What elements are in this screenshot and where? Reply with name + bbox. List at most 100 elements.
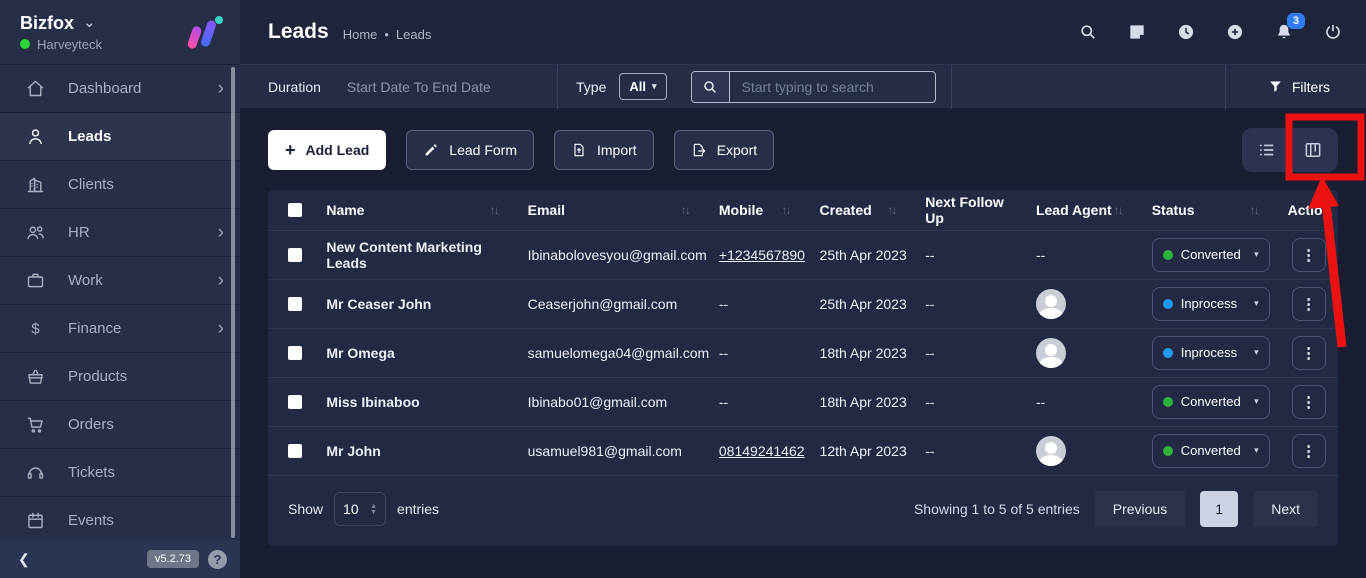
lead-email: samuelomega04@gmail.com [520,328,711,377]
sidebar-item-dashboard[interactable]: Dashboard› [0,65,240,113]
collapse-sidebar-button[interactable]: ❮ [18,551,30,568]
search-icon[interactable] [1077,21,1099,43]
column-header-action: Action [1280,190,1338,230]
column-header-mobile[interactable]: Mobile↑↓ [711,190,812,230]
sidebar-item-tickets[interactable]: Tickets [0,449,240,497]
previous-page-button[interactable]: Previous [1095,491,1185,527]
column-header-email[interactable]: Email↑↓ [520,190,711,230]
row-actions-button[interactable]: ⋮ [1292,336,1326,370]
column-header-name[interactable]: Name↑↓ [318,190,519,230]
lead-name: Mr John [318,426,519,475]
search-input[interactable] [730,72,935,102]
import-button[interactable]: Import [554,130,654,170]
workspace-name: Harveyteck [37,37,102,52]
lead-mobile: -- [711,279,812,328]
search-box [691,71,936,103]
breadcrumb-home[interactable]: Home [343,27,378,42]
status-dropdown[interactable]: Converted▾ [1152,385,1270,419]
duration-filter[interactable]: Duration Start Date To End Date [240,79,557,95]
note-icon[interactable] [1126,21,1148,43]
sort-icon[interactable]: ↑↓ [887,203,895,217]
page-1-button[interactable]: 1 [1200,491,1238,527]
status-dropdown[interactable]: Converted▾ [1152,434,1270,468]
duration-value[interactable]: Start Date To End Date [347,79,491,95]
lead-next-follow-up: -- [917,426,1028,475]
content: + Add Lead Lead Form Import Export [240,108,1366,578]
divider [951,65,952,109]
row-checkbox[interactable] [288,248,302,262]
sort-icon[interactable]: ↑↓ [1114,203,1122,217]
status-dot [1163,299,1173,309]
sort-icon[interactable]: ↑↓ [1250,203,1258,217]
mobile-link[interactable]: 08149241462 [719,443,805,459]
sort-icon[interactable]: ↑↓ [490,203,498,217]
column-header-created[interactable]: Created↑↓ [812,190,918,230]
kanban-view-button[interactable] [1297,134,1329,166]
status-dot [1163,446,1173,456]
status-dropdown[interactable]: Converted▾ [1152,238,1270,272]
lead-agent: -- [1028,377,1144,426]
export-button[interactable]: Export [674,130,774,170]
lead-agent [1028,328,1144,377]
row-checkbox[interactable] [288,346,302,360]
sidebar-item-events[interactable]: Events [0,497,240,540]
help-icon[interactable]: ? [208,550,227,569]
calendar-icon [24,510,46,532]
filters-button[interactable]: Filters [1226,79,1366,95]
table-row: New Content Marketing LeadsIbinabolovesy… [268,230,1338,279]
people-icon [24,222,46,244]
filterbar: Duration Start Date To End Date Type All… [240,64,1366,108]
clock-icon[interactable] [1175,21,1197,43]
lead-created: 25th Apr 2023 [812,230,918,279]
sidebar-item-orders[interactable]: Orders [0,401,240,449]
sidebar-scrollbar[interactable] [231,67,235,538]
type-label: Type [576,79,606,95]
next-page-button[interactable]: Next [1253,491,1318,527]
page-size-select[interactable]: 10 ▲▼ [334,492,386,526]
row-actions-button[interactable]: ⋮ [1292,434,1326,468]
lead-agent-avatar [1036,289,1066,319]
row-checkbox[interactable] [288,395,302,409]
caret-down-icon: ▾ [1254,298,1259,309]
chevron-down-icon: ⌄ [83,18,96,28]
sidebar-item-clients[interactable]: Clients [0,161,240,209]
lead-form-button[interactable]: Lead Form [406,130,534,170]
status-dropdown[interactable]: Inprocess▾ [1152,287,1270,321]
column-header-status[interactable]: Status↑↓ [1144,190,1280,230]
power-icon[interactable] [1322,21,1344,43]
headset-icon [24,462,46,484]
sidebar-item-work[interactable]: Work› [0,257,240,305]
row-actions-button[interactable]: ⋮ [1292,287,1326,321]
lead-agent: -- [1028,230,1144,279]
online-status-dot [20,39,30,49]
row-actions-button[interactable]: ⋮ [1292,385,1326,419]
sidebar-item-products[interactable]: Products [0,353,240,401]
sidebar-item-hr[interactable]: HR› [0,209,240,257]
lead-created: 25th Apr 2023 [812,279,918,328]
sort-icon[interactable]: ↑↓ [782,203,790,217]
sort-icon[interactable]: ↑↓ [681,203,689,217]
cart-icon [24,414,46,436]
row-checkbox[interactable] [288,297,302,311]
workspace-switcher[interactable]: Bizfox ⌄ [20,13,102,34]
add-lead-button[interactable]: + Add Lead [268,130,386,170]
topbar-icons: 3 [1077,21,1344,43]
status-dropdown[interactable]: Inprocess▾ [1152,336,1270,370]
import-icon [571,142,587,158]
plus-circle-icon[interactable] [1224,21,1246,43]
caret-down-icon: ▾ [1254,396,1259,407]
select-all-checkbox[interactable] [288,203,302,217]
search-icon[interactable] [692,72,730,102]
sidebar-item-leads[interactable]: Leads [0,113,240,161]
row-checkbox[interactable] [288,444,302,458]
type-select[interactable]: All ▾ [619,73,666,100]
mobile-link[interactable]: +1234567890 [719,247,805,263]
column-header-lead-agent[interactable]: Lead Agent↑↓ [1028,190,1144,230]
row-actions-button[interactable]: ⋮ [1292,238,1326,272]
bell-icon[interactable]: 3 [1273,21,1295,43]
sidebar-nav: Dashboard›LeadsClientsHR›Work›$Finance›P… [0,64,240,540]
list-view-button[interactable] [1251,134,1283,166]
table-row: Mr Ceaser JohnCeaserjohn@gmail.com--25th… [268,279,1338,328]
lead-email: Ceaserjohn@gmail.com [520,279,711,328]
sidebar-item-finance[interactable]: $Finance› [0,305,240,353]
